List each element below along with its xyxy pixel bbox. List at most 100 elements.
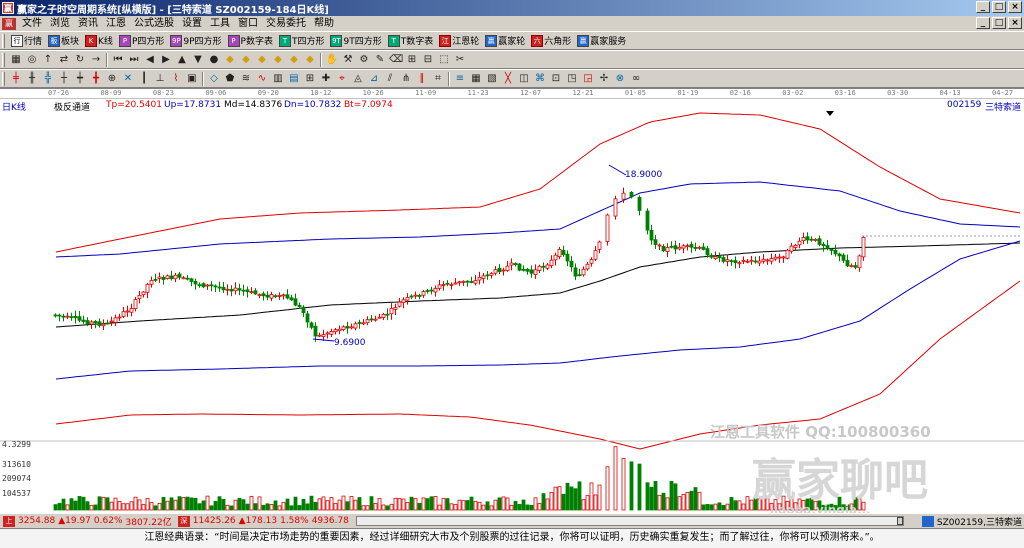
arrow-up-icon[interactable]: ↑ xyxy=(41,53,55,67)
cycle-icon[interactable]: ↻ xyxy=(73,53,87,67)
toolbar-grip[interactable] xyxy=(2,33,5,48)
hand-icon[interactable]: ✋ xyxy=(325,53,339,67)
toolbar-grip[interactable] xyxy=(2,71,5,86)
menu-gann[interactable]: 江恩 xyxy=(102,17,130,31)
hexagon-button[interactable]: 六六角形 xyxy=(528,32,574,49)
analysis-tool-icon[interactable]: ⌇ xyxy=(169,72,183,86)
analysis-tool-icon[interactable]: ◲ xyxy=(581,72,595,86)
tool-icon[interactable]: ⚒ xyxy=(341,53,355,67)
tool-icon[interactable]: ⊟ xyxy=(421,53,435,67)
mdi-minimize-button[interactable]: _ xyxy=(976,17,990,29)
analysis-tool-icon[interactable]: ╪ xyxy=(9,72,23,86)
analysis-tool-icon[interactable]: ✢ xyxy=(597,72,611,86)
analysis-tool-icon[interactable]: ⌗ xyxy=(431,72,445,86)
p-number-table-button[interactable]: P P数字表 xyxy=(225,32,276,49)
sector-button[interactable]: 板板块 xyxy=(45,32,82,49)
mdi-restore-button[interactable]: □ xyxy=(992,17,1006,29)
menu-logo-icon[interactable]: 赢 xyxy=(2,17,16,30)
diamond-icon[interactable]: ◆ xyxy=(223,53,237,67)
analysis-tool-icon[interactable]: ⊗ xyxy=(613,72,627,86)
9t-square-button[interactable]: 9T 9T四方形 xyxy=(327,32,384,49)
analysis-tool-icon[interactable]: ∥ xyxy=(415,72,429,86)
tool-icon[interactable]: ⌫ xyxy=(389,53,403,67)
analysis-tool-icon[interactable]: ┿ xyxy=(73,72,87,86)
tool-icon[interactable]: ✎ xyxy=(373,53,387,67)
arrow-right-icon[interactable]: → xyxy=(89,53,103,67)
analysis-tool-icon[interactable]: ≡ xyxy=(453,72,467,86)
analysis-tool-icon[interactable]: ◬ xyxy=(351,72,365,86)
analysis-tool-icon[interactable]: ⊕ xyxy=(105,72,119,86)
maximize-button[interactable]: □ xyxy=(992,1,1006,13)
circle-icon[interactable]: ● xyxy=(207,53,221,67)
triangle-down-icon[interactable]: ▼ xyxy=(191,53,205,67)
diamond-icon[interactable]: ◆ xyxy=(303,53,317,67)
analysis-tool-icon[interactable]: ▦ xyxy=(469,72,483,86)
9p-square-button[interactable]: 9P 9P四方形 xyxy=(167,32,224,49)
analysis-tool-icon[interactable]: ⊿ xyxy=(367,72,381,86)
diamond-icon[interactable]: ◆ xyxy=(239,53,253,67)
info-icon[interactable] xyxy=(921,516,934,527)
analysis-tool-icon[interactable]: ∿ xyxy=(255,72,269,86)
analysis-tool-icon[interactable]: ⊥ xyxy=(153,72,167,86)
diamond-icon[interactable]: ◆ xyxy=(287,53,301,67)
menu-file[interactable]: 文件 xyxy=(18,17,46,31)
kline-button[interactable]: K K线 xyxy=(82,32,116,49)
analysis-tool-icon[interactable]: ▣ xyxy=(185,72,199,86)
menu-browse[interactable]: 浏览 xyxy=(46,17,74,31)
tool-icon[interactable]: ⚙ xyxy=(357,53,371,67)
analysis-tool-icon[interactable]: ╫ xyxy=(25,72,39,86)
close-button[interactable]: × xyxy=(1008,1,1022,13)
analysis-tool-icon[interactable]: ⊡ xyxy=(549,72,563,86)
menu-formula[interactable]: 公式选股 xyxy=(130,17,178,31)
analysis-tool-icon[interactable]: ≋ xyxy=(239,72,253,86)
analysis-tool-icon[interactable]: ▥ xyxy=(271,72,285,86)
analysis-tool-icon[interactable]: ╳ xyxy=(501,72,515,86)
analysis-tool-icon[interactable]: ✕ xyxy=(121,72,135,86)
analysis-tool-icon[interactable]: ⫽ xyxy=(383,72,397,86)
analysis-tool-icon[interactable]: ◫ xyxy=(517,72,531,86)
menu-news[interactable]: 资讯 xyxy=(74,17,102,31)
analysis-tool-icon[interactable]: ⌘ xyxy=(533,72,547,86)
analysis-tool-icon[interactable]: ▧ xyxy=(485,72,499,86)
winner-service-button[interactable]: 赢赢家服务 xyxy=(574,32,629,49)
menu-help[interactable]: 帮助 xyxy=(310,17,338,31)
analysis-tool-icon[interactable]: ╋ xyxy=(89,72,103,86)
t-number-table-button[interactable]: T T数字表 xyxy=(385,32,437,49)
winner-wheel-button[interactable]: 赢赢家轮 xyxy=(482,32,528,49)
scrollbar-thumb[interactable] xyxy=(897,517,903,525)
analysis-tool-icon[interactable]: ▤ xyxy=(287,72,301,86)
swap-icon[interactable]: ⇄ xyxy=(57,53,71,67)
analysis-tool-icon[interactable]: ⌖ xyxy=(335,72,349,86)
chart-scrollbar[interactable] xyxy=(356,516,904,526)
analysis-tool-icon[interactable]: ◇ xyxy=(207,72,221,86)
minimize-button[interactable]: _ xyxy=(976,1,990,13)
tool-icon[interactable]: ✂ xyxy=(453,53,467,67)
tool-icon[interactable]: ⬚ xyxy=(437,53,451,67)
tool-icon[interactable]: ⊞ xyxy=(405,53,419,67)
analysis-tool-icon[interactable]: ┼ xyxy=(57,72,71,86)
triangle-up-icon[interactable]: ▲ xyxy=(175,53,189,67)
back-icon[interactable]: ◀ xyxy=(143,53,157,67)
t-square-button[interactable]: T T四方形 xyxy=(276,32,328,49)
go-first-icon[interactable]: ⏮ xyxy=(111,53,125,67)
gann-wheel-button[interactable]: 江江恩轮 xyxy=(436,32,482,49)
analysis-tool-icon[interactable]: ╬ xyxy=(41,72,55,86)
menu-settings[interactable]: 设置 xyxy=(178,17,206,31)
analysis-tool-icon[interactable]: ∞ xyxy=(629,72,643,86)
analysis-tool-icon[interactable]: ⋔ xyxy=(399,72,413,86)
menu-tools[interactable]: 工具 xyxy=(206,17,234,31)
mdi-close-button[interactable]: × xyxy=(1008,17,1022,29)
analysis-tool-icon[interactable]: ◳ xyxy=(565,72,579,86)
title-bar[interactable]: 赢 赢家之子时空周期系统[纵横版] - [三特索道 SZ002159-184日K… xyxy=(0,0,1024,16)
quote-button[interactable]: 行行情 xyxy=(8,32,45,49)
grid-icon[interactable]: ▦ xyxy=(9,53,23,67)
analysis-tool-icon[interactable]: ⊞ xyxy=(303,72,317,86)
menu-window[interactable]: 窗口 xyxy=(234,17,262,31)
toolbar-grip[interactable] xyxy=(2,52,5,67)
sh-index-cell[interactable]: 上 3254.88 ▲19.97 0.62% 3807.22亿 xyxy=(0,515,175,528)
chart-area[interactable]: 07-26 08-09 08-23 09-06 09-20 10-12 10-26 11-09… xyxy=(0,88,1024,517)
diamond-icon[interactable]: ◆ xyxy=(255,53,269,67)
p-square-button[interactable]: P P四方形 xyxy=(116,32,167,49)
menu-trade[interactable]: 交易委托 xyxy=(262,17,310,31)
go-last-icon[interactable]: ⏭ xyxy=(127,53,141,67)
